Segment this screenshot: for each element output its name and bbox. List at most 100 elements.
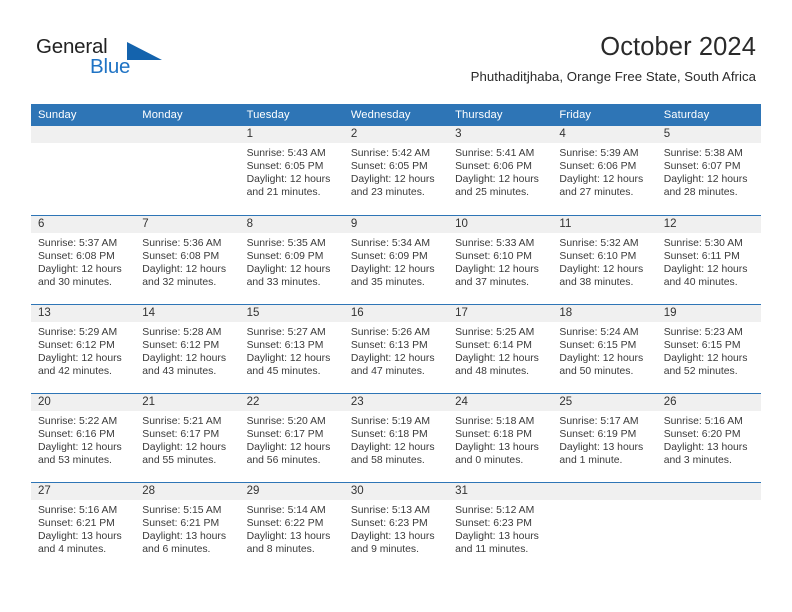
sunset-text: Sunset: 6:15 PM (559, 339, 637, 351)
day-details: Sunrise: 5:13 AM Sunset: 6:23 PM Daylight:… (344, 500, 448, 556)
day-number: 11 (552, 215, 657, 233)
day-details: Sunrise: 5:42 AM Sunset: 6:05 PM Daylight:… (344, 143, 448, 199)
calendar-day-cell[interactable]: 27 Sunrise: 5:16 AM Sunset: 6:21 PM Dayligh… (31, 481, 136, 571)
day-number: 15 (239, 304, 344, 322)
calendar-day-cell[interactable]: 17 Sunrise: 5:25 AM Sunset: 6:14 PM Dayligh… (448, 303, 553, 393)
daylight-text: Daylight: 12 hours and 45 minutes. (246, 352, 331, 377)
calendar-day-cell[interactable]: 12 Sunrise: 5:30 AM Sunset: 6:11 PM Dayligh… (656, 214, 761, 304)
calendar-day-cell[interactable]: 15 Sunrise: 5:27 AM Sunset: 6:13 PM Dayligh… (239, 303, 344, 393)
calendar-day-cell[interactable]: 23 Sunrise: 5:19 AM Sunset: 6:18 PM Dayligh… (343, 392, 449, 482)
calendar-day-cell[interactable]: 19 Sunrise: 5:23 AM Sunset: 6:15 PM Dayligh… (656, 303, 761, 393)
calendar-day-cell[interactable]: 4 Sunrise: 5:39 AM Sunset: 6:06 PM Daylight… (552, 126, 657, 215)
calendar-day-cell[interactable]: 30 Sunrise: 5:13 AM Sunset: 6:23 PM Dayligh… (343, 481, 449, 571)
calendar-day-cell[interactable]: 11 Sunrise: 5:32 AM Sunset: 6:10 PM Dayligh… (552, 214, 657, 304)
day-number: 2 (343, 126, 449, 143)
calendar-day-cell[interactable]: 29 Sunrise: 5:14 AM Sunset: 6:22 PM Dayligh… (239, 481, 344, 571)
day-number: 29 (239, 482, 344, 500)
calendar-day-cell[interactable]: 10 Sunrise: 5:33 AM Sunset: 6:10 PM Dayligh… (448, 214, 553, 304)
calendar-day-cell[interactable]: 21 Sunrise: 5:21 AM Sunset: 6:17 PM Dayligh… (135, 392, 240, 482)
calendar-day-cell[interactable]: 31 Sunrise: 5:12 AM Sunset: 6:23 PM Dayligh… (448, 481, 553, 571)
day-number: 1 (239, 126, 344, 143)
day-number: 28 (135, 482, 240, 500)
daylight-text: Daylight: 12 hours and 52 minutes. (663, 352, 748, 377)
day-number: 22 (239, 393, 344, 411)
sunset-text: Sunset: 6:23 PM (350, 517, 428, 529)
calendar-day-cell[interactable]: 22 Sunrise: 5:20 AM Sunset: 6:17 PM Dayligh… (239, 392, 344, 482)
day-details: Sunrise: 5:29 AM Sunset: 6:12 PM Daylight:… (31, 322, 135, 378)
calendar-day-cell[interactable]: 6 Sunrise: 5:37 AM Sunset: 6:08 PM Daylight… (31, 214, 136, 304)
day-number: 21 (135, 393, 240, 411)
sunrise-text: Sunrise: 5:13 AM (350, 504, 430, 516)
calendar-day-cell[interactable]: 24 Sunrise: 5:18 AM Sunset: 6:18 PM Dayligh… (448, 392, 553, 482)
daylight-text: Daylight: 12 hours and 35 minutes. (350, 263, 435, 288)
calendar-day-cell[interactable]: 26 Sunrise: 5:16 AM Sunset: 6:20 PM Dayligh… (656, 392, 761, 482)
day-details: Sunrise: 5:16 AM Sunset: 6:20 PM Daylight:… (657, 411, 761, 467)
day-details: Sunrise: 5:32 AM Sunset: 6:10 PM Daylight:… (552, 233, 656, 289)
sunset-text: Sunset: 6:23 PM (455, 517, 532, 529)
calendar-day-cell[interactable]: 28 Sunrise: 5:15 AM Sunset: 6:21 PM Dayligh… (135, 481, 240, 571)
calendar-day-cell[interactable]: 13 Sunrise: 5:29 AM Sunset: 6:12 PM Dayligh… (31, 303, 136, 393)
day-details: Sunrise: 5:20 AM Sunset: 6:17 PM Daylight:… (240, 411, 344, 467)
weekday-header-saturday: Saturday (656, 104, 761, 126)
sunrise-text: Sunrise: 5:37 AM (38, 237, 118, 249)
sunset-text: Sunset: 6:14 PM (455, 339, 532, 351)
weekday-header-thursday: Thursday (448, 104, 553, 126)
sunset-text: Sunset: 6:17 PM (142, 428, 220, 440)
daylight-text: Daylight: 12 hours and 32 minutes. (142, 263, 227, 288)
calendar-day-cell-empty (135, 126, 240, 215)
calendar-day-cell[interactable]: 3 Sunrise: 5:41 AM Sunset: 6:06 PM Daylight… (448, 126, 553, 215)
sunrise-text: Sunrise: 5:36 AM (142, 237, 222, 249)
day-details: Sunrise: 5:17 AM Sunset: 6:19 PM Daylight:… (552, 411, 656, 467)
day-details: Sunrise: 5:41 AM Sunset: 6:06 PM Daylight:… (448, 143, 552, 199)
daylight-text: Daylight: 12 hours and 30 minutes. (38, 263, 122, 288)
day-details: Sunrise: 5:38 AM Sunset: 6:07 PM Daylight:… (657, 143, 761, 199)
day-details: Sunrise: 5:43 AM Sunset: 6:05 PM Daylight:… (240, 143, 344, 199)
weekday-header-tuesday: Tuesday (239, 104, 344, 126)
daylight-text: Daylight: 12 hours and 40 minutes. (663, 263, 748, 288)
day-number: 12 (656, 215, 761, 233)
day-number: 18 (552, 304, 657, 322)
daylight-text: Daylight: 12 hours and 38 minutes. (559, 263, 644, 288)
calendar-container: Sunday Monday Tuesday Wednesday Thursday Frid… (31, 104, 761, 571)
calendar-day-cell[interactable]: 8 Sunrise: 5:35 AM Sunset: 6:09 PM Daylight… (239, 214, 344, 304)
sunset-text: Sunset: 6:19 PM (559, 428, 637, 440)
daylight-text: Daylight: 12 hours and 25 minutes. (455, 174, 539, 199)
daylight-text: Daylight: 12 hours and 33 minutes. (246, 263, 331, 288)
calendar-day-cell[interactable]: 25 Sunrise: 5:17 AM Sunset: 6:19 PM Dayligh… (552, 392, 657, 482)
page-title: October 2024 (600, 33, 756, 61)
day-number (135, 126, 240, 143)
sunset-text: Sunset: 6:17 PM (246, 428, 324, 440)
day-details: Sunrise: 5:34 AM Sunset: 6:09 PM Daylight:… (344, 233, 448, 289)
weekday-header-monday: Monday (135, 104, 240, 126)
sunrise-text: Sunrise: 5:38 AM (663, 148, 743, 159)
daylight-text: Daylight: 12 hours and 56 minutes. (246, 441, 331, 466)
calendar-day-cell[interactable]: 9 Sunrise: 5:34 AM Sunset: 6:09 PM Daylight… (343, 214, 449, 304)
general-blue-logo[interactable]: General Blue (36, 36, 166, 82)
sunset-text: Sunset: 6:13 PM (350, 339, 428, 351)
calendar-day-cell[interactable]: 18 Sunrise: 5:24 AM Sunset: 6:15 PM Dayligh… (552, 303, 657, 393)
day-details: Sunrise: 5:37 AM Sunset: 6:08 PM Daylight:… (31, 233, 135, 289)
day-number: 25 (552, 393, 657, 411)
title-block: October 2024 Phuthaditjhaba, Orange Free… (471, 32, 756, 86)
day-number: 31 (448, 482, 553, 500)
sunset-text: Sunset: 6:13 PM (246, 339, 324, 351)
calendar-day-cell[interactable]: 2 Sunrise: 5:42 AM Sunset: 6:05 PM Daylight… (343, 126, 449, 215)
calendar-day-cell[interactable]: 7 Sunrise: 5:36 AM Sunset: 6:08 PM Daylight… (135, 214, 240, 304)
calendar-day-cell[interactable]: 5 Sunrise: 5:38 AM Sunset: 6:07 PM Daylight… (656, 126, 761, 215)
day-details: Sunrise: 5:39 AM Sunset: 6:06 PM Daylight:… (552, 143, 656, 199)
daylight-text: Daylight: 12 hours and 50 minutes. (559, 352, 644, 377)
calendar-day-cell[interactable]: 20 Sunrise: 5:22 AM Sunset: 6:16 PM Dayligh… (31, 392, 136, 482)
day-details: Sunrise: 5:15 AM Sunset: 6:21 PM Daylight:… (135, 500, 239, 556)
day-number: 3 (448, 126, 553, 143)
calendar-day-cell[interactable]: 14 Sunrise: 5:28 AM Sunset: 6:12 PM Dayligh… (135, 303, 240, 393)
day-number: 6 (31, 215, 136, 233)
day-number: 14 (135, 304, 240, 322)
sunset-text: Sunset: 6:18 PM (455, 428, 532, 440)
day-details: Sunrise: 5:14 AM Sunset: 6:22 PM Daylight:… (240, 500, 344, 556)
day-number: 13 (31, 304, 136, 322)
day-number (552, 482, 657, 500)
sunset-text: Sunset: 6:12 PM (142, 339, 220, 351)
calendar-day-cell[interactable]: 16 Sunrise: 5:26 AM Sunset: 6:13 PM Dayligh… (343, 303, 449, 393)
calendar-day-cell[interactable]: 1 Sunrise: 5:43 AM Sunset: 6:05 PM Daylight… (239, 126, 344, 215)
sunrise-text: Sunrise: 5:39 AM (559, 148, 639, 159)
